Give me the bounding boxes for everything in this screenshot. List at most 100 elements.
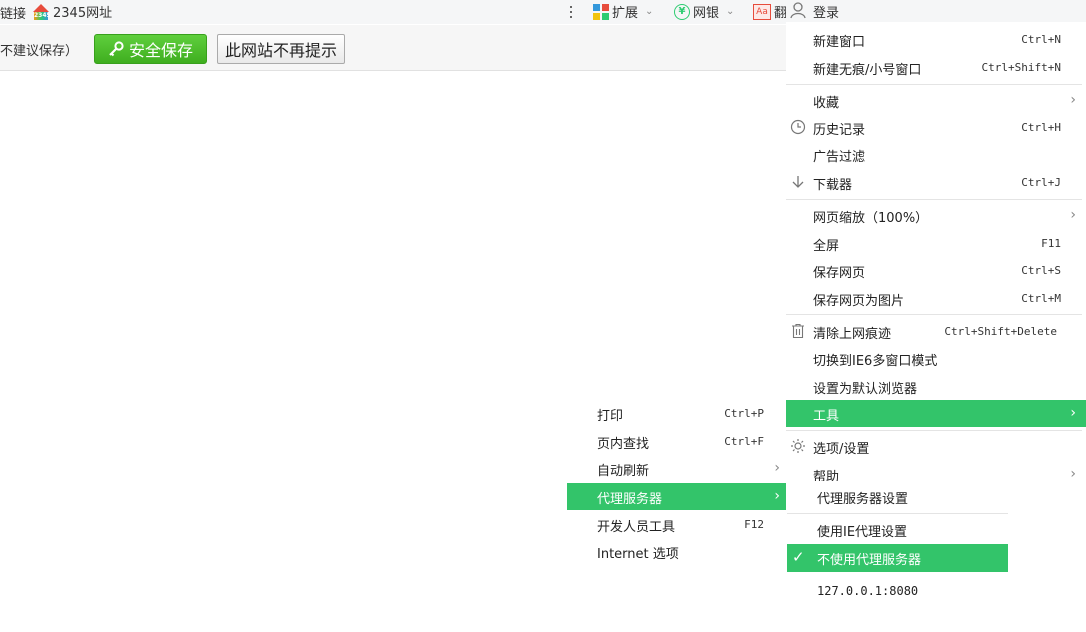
- chevron-right-icon: ›: [774, 488, 780, 504]
- submenu-item-developer-tools[interactable]: 开发人员工具 F12: [567, 511, 786, 538]
- menu-item-zoom[interactable]: 网页缩放（100%） ›: [786, 202, 1082, 229]
- chevron-right-icon: ›: [1070, 92, 1076, 108]
- menu-divider: [786, 430, 1082, 431]
- netbank-button[interactable]: ¥ 网银 ⌄: [674, 2, 734, 21]
- menu-item-clear-traces[interactable]: 清除上网痕迹 Ctrl+Shift+Delete: [786, 318, 1082, 345]
- save-password-infobar: 不建议保存） 安全保存 此网站不再提示: [0, 25, 786, 71]
- submenu-item-shortcut: Ctrl+P: [724, 407, 764, 420]
- menu-item-label: 保存网页: [813, 266, 866, 281]
- extensions-grid-icon: [593, 3, 609, 20]
- menu-item-save-page[interactable]: 保存网页 Ctrl+S: [786, 257, 1082, 284]
- submenu-item-label: 页内查找: [597, 437, 650, 452]
- menu-item-save-page-as-image[interactable]: 保存网页为图片 Ctrl+M: [786, 285, 1082, 312]
- menu-item-fullscreen[interactable]: 全屏 F11: [786, 230, 1082, 257]
- chevron-right-icon: ›: [1070, 405, 1076, 421]
- submenu-item-print[interactable]: 打印 Ctrl+P: [567, 400, 786, 427]
- menu-item-label: 切换到IE6多窗口模式: [813, 354, 938, 369]
- menu-item-options-settings[interactable]: 选项/设置: [786, 433, 1082, 460]
- dictionary-button[interactable]: Aa 翻: [753, 2, 787, 21]
- proxy-item-settings[interactable]: 代理服务器设置: [787, 483, 1008, 511]
- bookmark-connect[interactable]: 链接: [0, 3, 26, 22]
- menu-item-shortcut: Ctrl+H: [1021, 121, 1061, 134]
- menu-item-label: 保存网页为图片: [813, 294, 905, 309]
- proxy-item-no-proxy[interactable]: ✓ 不使用代理服务器: [787, 544, 1008, 572]
- netbank-label: 网银: [693, 6, 720, 21]
- menu-item-label: 新建窗口: [813, 35, 866, 50]
- menu-item-label: 工具: [813, 409, 840, 424]
- extensions-button[interactable]: 扩展 ⌄: [593, 2, 653, 21]
- menu-divider: [786, 314, 1082, 315]
- checkmark-icon: ✓: [792, 548, 805, 566]
- menu-item-tools[interactable]: 工具 ›: [786, 400, 1086, 427]
- submenu-item-shortcut: F12: [744, 518, 764, 531]
- menu-item-shortcut: Ctrl+N: [1021, 33, 1061, 46]
- chevron-right-icon: ›: [774, 460, 780, 476]
- bookmark-2345[interactable]: 2345 2345网址: [32, 2, 112, 21]
- menu-item-label: 清除上网痕迹: [813, 327, 892, 342]
- proxy-item-label: 使用IE代理设置: [817, 525, 908, 540]
- no-prompt-button[interactable]: 此网站不再提示: [217, 34, 345, 64]
- menu-item-label: 收藏: [813, 96, 840, 111]
- submenu-item-shortcut: Ctrl+F: [724, 435, 764, 448]
- bookmark-2345-label: 2345网址: [53, 6, 113, 21]
- submenu-item-find-in-page[interactable]: 页内查找 Ctrl+F: [567, 428, 786, 455]
- gear-icon: [791, 439, 805, 453]
- more-dots-icon[interactable]: [566, 0, 576, 24]
- clock-icon: [790, 119, 806, 135]
- tools-submenu: 打印 Ctrl+P 页内查找 Ctrl+F 自动刷新 › 代理服务器 › 开发人…: [567, 400, 786, 572]
- proxy-item-label: 127.0.0.1:8080: [817, 584, 919, 598]
- menu-item-label: 全屏: [813, 239, 840, 254]
- menu-item-label: 设置为默认浏览器: [813, 382, 918, 397]
- menu-item-label: 选项/设置: [813, 442, 870, 457]
- menu-item-label: 广告过滤: [813, 150, 866, 165]
- submenu-item-label: 开发人员工具: [597, 520, 676, 535]
- proxy-server-submenu: 代理服务器设置 使用IE代理设置 ✓ 不使用代理服务器 127.0.0.1:80…: [787, 481, 1008, 606]
- menu-item-downloader[interactable]: 下载器 Ctrl+J: [786, 169, 1082, 196]
- menu-item-set-default-browser[interactable]: 设置为默认浏览器: [786, 373, 1082, 400]
- safe-save-button[interactable]: 安全保存: [94, 34, 207, 64]
- menu-item-shortcut: Ctrl+S: [1021, 264, 1061, 277]
- menu-item-switch-ie6-mode[interactable]: 切换到IE6多窗口模式: [786, 345, 1082, 372]
- menu-item-shortcut: Ctrl+J: [1021, 176, 1061, 189]
- proxy-item-local-8080[interactable]: 127.0.0.1:8080: [787, 577, 1008, 605]
- login-label: 登录: [813, 6, 840, 21]
- submenu-item-label: 自动刷新: [597, 464, 650, 479]
- menu-divider: [786, 199, 1082, 200]
- menu-item-shortcut: F11: [1041, 237, 1061, 250]
- safe-save-label: 安全保存: [128, 41, 193, 60]
- login-row[interactable]: 登录: [786, 0, 1086, 22]
- proxy-item-label: 代理服务器设置: [817, 492, 909, 507]
- submenu-item-internet-options[interactable]: Internet 选项: [567, 538, 786, 565]
- download-arrow-icon: [792, 176, 804, 188]
- extensions-label: 扩展: [612, 6, 639, 21]
- submenu-item-label: Internet 选项: [597, 547, 679, 562]
- trash-icon: [792, 323, 804, 339]
- chevron-down-icon: ⌄: [645, 6, 654, 17]
- proxy-item-label: 不使用代理服务器: [817, 553, 922, 568]
- key-icon: [109, 41, 124, 57]
- chevron-right-icon: ›: [1070, 466, 1076, 482]
- menu-item-shortcut: Ctrl+Shift+N: [981, 61, 1061, 74]
- menu-item-shortcut: Ctrl+M: [1021, 292, 1061, 305]
- menu-item-label: 新建无痕/小号窗口: [813, 63, 922, 78]
- chevron-down-icon: ⌄: [726, 6, 735, 17]
- infobar-message: 不建议保存）: [0, 44, 79, 59]
- menu-item-shortcut: Ctrl+Shift+Delete: [944, 325, 1057, 338]
- user-icon: [790, 2, 806, 19]
- menu-item-new-incognito-window[interactable]: 新建无痕/小号窗口 Ctrl+Shift+N: [786, 54, 1082, 81]
- proxy-item-use-ie-proxy[interactable]: 使用IE代理设置: [787, 516, 1008, 544]
- netbank-icon: ¥: [674, 3, 690, 20]
- menu-item-label: 网页缩放（100%）: [813, 211, 929, 226]
- submenu-item-proxy-server[interactable]: 代理服务器 ›: [567, 483, 786, 510]
- submenu-item-label: 代理服务器: [597, 492, 663, 507]
- submenu-item-auto-refresh[interactable]: 自动刷新 ›: [567, 455, 786, 482]
- menu-item-label: 下载器: [813, 178, 853, 193]
- menu-item-favorites[interactable]: 收藏 ›: [786, 87, 1082, 114]
- menu-item-history[interactable]: 历史记录 Ctrl+H: [786, 114, 1082, 141]
- logo-2345-icon: 2345: [32, 3, 51, 21]
- menu-item-new-window[interactable]: 新建窗口 Ctrl+N: [786, 26, 1082, 53]
- menu-item-ad-filter[interactable]: 广告过滤: [786, 141, 1082, 168]
- menu-item-label: 历史记录: [813, 123, 866, 138]
- menu-divider: [787, 513, 1008, 514]
- dictionary-icon: Aa: [753, 3, 771, 20]
